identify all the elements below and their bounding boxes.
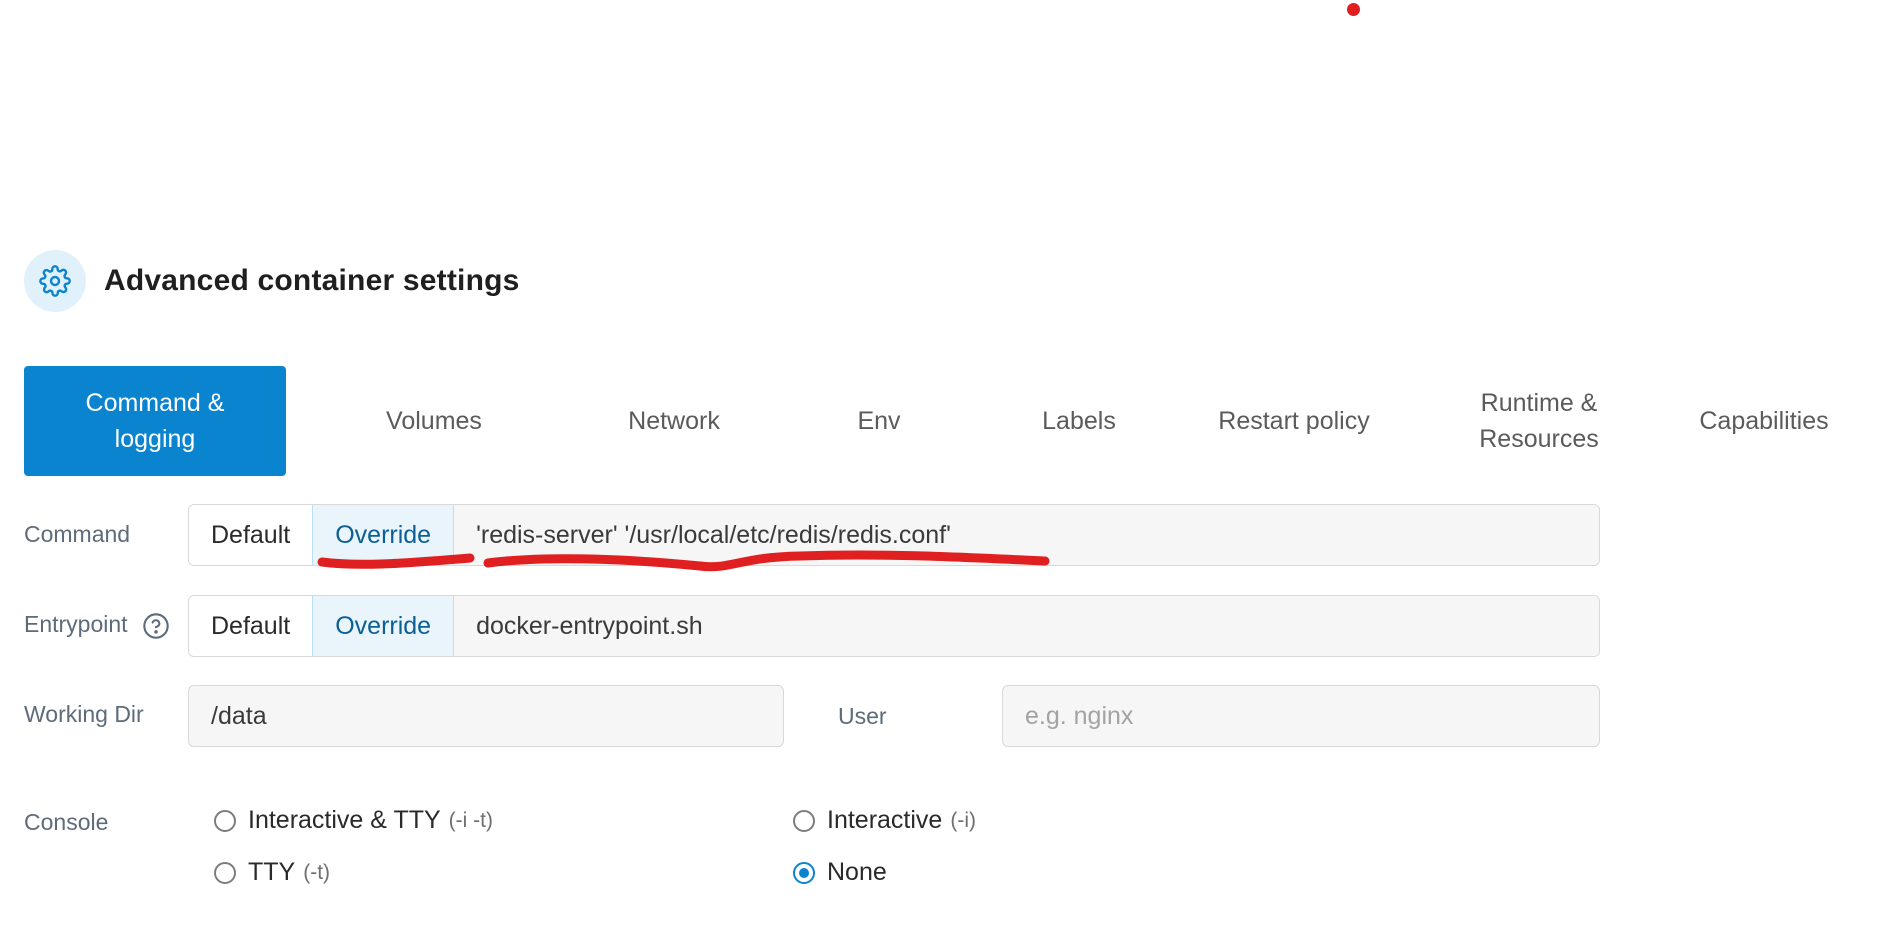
tab-labels[interactable]: Labels bbox=[979, 366, 1179, 476]
console-radio-tty[interactable]: TTY (-t) bbox=[214, 858, 330, 887]
tab-bar: Command & logging Volumes Network Env La… bbox=[24, 366, 1864, 476]
tab-label: Network bbox=[628, 407, 720, 435]
tab-label: Volumes bbox=[386, 407, 482, 435]
tab-volumes[interactable]: Volumes bbox=[324, 366, 544, 476]
tab-label: Runtime & Resources bbox=[1479, 389, 1599, 453]
entrypoint-default-button[interactable]: Default bbox=[189, 596, 313, 656]
radio-unchecked-icon bbox=[793, 809, 815, 832]
section-title: Advanced container settings bbox=[104, 264, 520, 297]
radio-label: None bbox=[827, 858, 887, 886]
question-circle-icon[interactable] bbox=[142, 612, 170, 640]
radio-label: Interactive bbox=[827, 806, 943, 834]
section-header: Advanced container settings bbox=[24, 250, 520, 312]
user-input[interactable] bbox=[1002, 685, 1600, 747]
tab-capabilities[interactable]: Capabilities bbox=[1664, 366, 1864, 476]
tab-restart-policy[interactable]: Restart policy bbox=[1179, 366, 1409, 476]
tab-label: Restart policy bbox=[1218, 407, 1370, 435]
command-field: Default Override bbox=[188, 504, 1600, 566]
tab-env[interactable]: Env bbox=[779, 366, 979, 476]
console-radio-interactive[interactable]: Interactive (-i) bbox=[793, 806, 976, 835]
radio-label: TTY bbox=[248, 858, 296, 886]
radio-unchecked-icon bbox=[214, 809, 236, 832]
console-radio-interactive-tty[interactable]: Interactive & TTY (-i -t) bbox=[214, 806, 493, 835]
entrypoint-label-group: Entrypoint bbox=[24, 608, 170, 640]
tab-network[interactable]: Network bbox=[564, 366, 784, 476]
entrypoint-field: Default Override bbox=[188, 595, 1600, 657]
radio-label: Interactive & TTY bbox=[248, 806, 441, 834]
console-radio-none[interactable]: None bbox=[793, 858, 887, 887]
command-label: Command bbox=[24, 521, 131, 547]
tab-command-logging[interactable]: Command & logging bbox=[24, 366, 286, 476]
command-default-button[interactable]: Default bbox=[189, 505, 313, 565]
radio-checked-icon bbox=[793, 861, 815, 884]
entrypoint-label: Entrypoint bbox=[24, 611, 128, 637]
radio-hint: (-i -t) bbox=[448, 808, 493, 832]
annotation-dot bbox=[1347, 3, 1360, 16]
user-label: User bbox=[838, 703, 887, 729]
page: Advanced container settings Command & lo… bbox=[0, 0, 1882, 933]
entrypoint-input[interactable] bbox=[454, 596, 1599, 656]
tab-label: Env bbox=[857, 407, 901, 435]
command-input[interactable] bbox=[454, 505, 1599, 565]
entrypoint-override-button[interactable]: Override bbox=[312, 596, 455, 656]
radio-hint: (-i) bbox=[950, 808, 976, 832]
radio-unchecked-icon bbox=[214, 861, 236, 884]
working-dir-input[interactable] bbox=[188, 685, 784, 747]
command-override-button[interactable]: Override bbox=[312, 505, 455, 565]
radio-hint: (-t) bbox=[303, 860, 331, 884]
working-dir-label: Working Dir bbox=[24, 701, 144, 727]
tab-label: Command & logging bbox=[85, 389, 225, 453]
console-label: Console bbox=[24, 809, 109, 835]
tab-label: Labels bbox=[1042, 407, 1116, 435]
tab-runtime-resources[interactable]: Runtime & Resources bbox=[1424, 366, 1654, 476]
tab-label: Capabilities bbox=[1699, 407, 1829, 435]
gear-icon bbox=[24, 250, 86, 312]
